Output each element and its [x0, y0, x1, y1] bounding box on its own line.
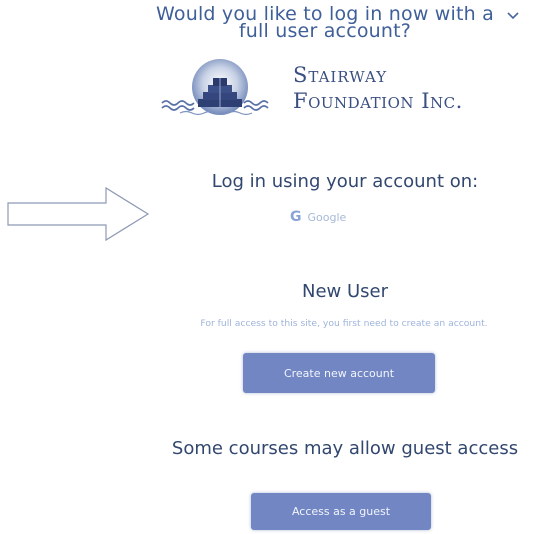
guest-access-heading: Some courses may allow guest access — [171, 438, 519, 459]
new-user-description: For full access to this site, you first … — [200, 318, 488, 329]
logo-mark-icon — [161, 59, 269, 116]
logo-text-line2: Foundation Inc. — [293, 89, 463, 113]
google-login-link[interactable]: G Google — [290, 206, 346, 228]
logo-text-line1: Stairway — [293, 63, 388, 87]
login-prompt: Would you like to log in now with a full… — [156, 3, 494, 42]
new-user-heading: New User — [301, 281, 388, 302]
login-heading: Log in using your account on: — [211, 171, 479, 192]
guest-access-button[interactable]: Access as a guest — [251, 493, 431, 530]
chevron-down-icon[interactable] — [505, 8, 521, 24]
stairway-foundation-logo: Stairway Foundation Inc. — [160, 55, 530, 130]
google-icon: G — [290, 209, 302, 225]
create-account-button[interactable]: Create new account — [243, 353, 435, 393]
google-label: Google — [307, 210, 347, 224]
arrow-right-outline-icon — [7, 186, 150, 242]
